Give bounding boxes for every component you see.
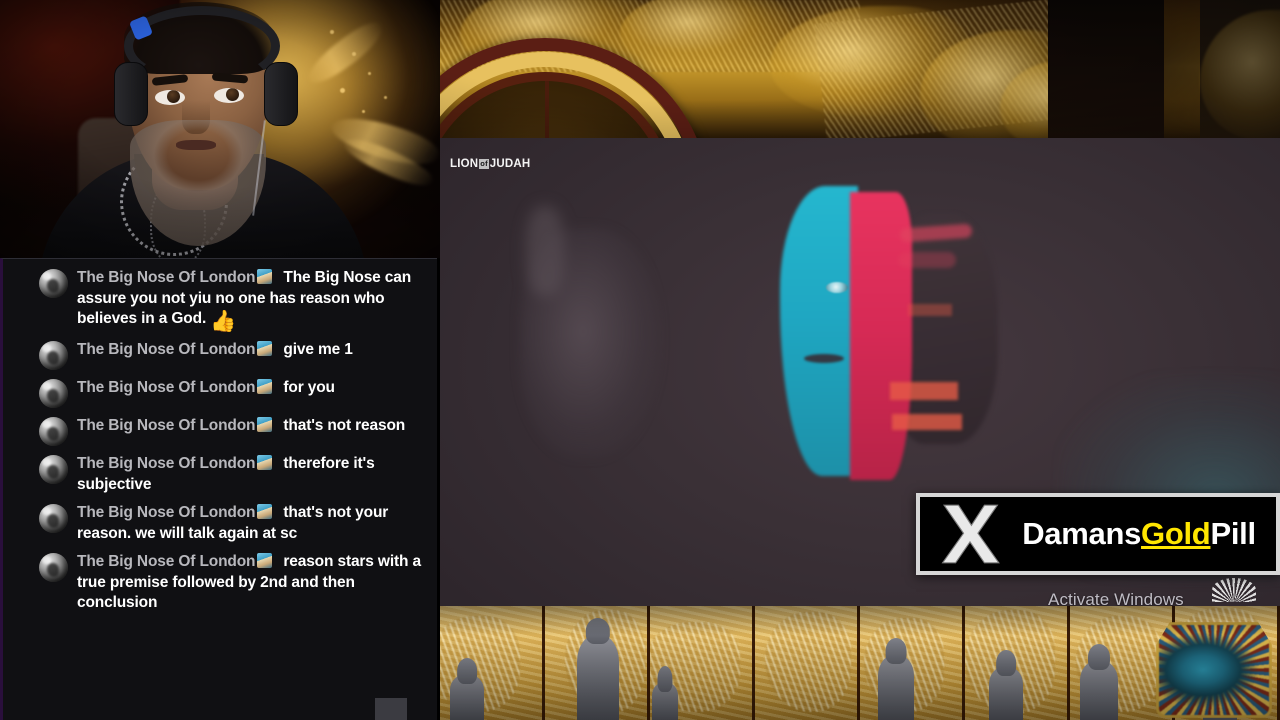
chat-message-body: The Big Nose Of London reason stars with … [77,552,426,614]
handle-prefix: Damans [1022,516,1142,551]
chat-username[interactable]: The Big Nose Of London [77,417,256,434]
lion-mane-icon [1212,578,1256,602]
city-emoji-icon [257,341,273,356]
avatar[interactable] [39,455,68,484]
screen-capture: The Big Nose Of London The Big Nose can a… [0,0,1280,720]
thumbs-up-icon: 👍 [210,310,237,333]
chat-username[interactable]: The Big Nose Of London [77,504,256,521]
chat-message[interactable]: The Big Nose Of London therefore it's sub… [7,451,432,498]
mouth [176,140,216,150]
chat-username[interactable]: The Big Nose Of London [77,269,256,286]
chat-message-body: The Big Nose Of London that's not reason [77,416,426,437]
split-lit-face [740,186,998,486]
gold-panel [860,606,965,720]
streamer-webcam[interactable] [0,0,440,258]
x-handle-overlay[interactable]: DamansGoldPill [916,493,1280,575]
chat-message-text: for you [283,379,335,396]
chat-message-body: The Big Nose Of London that's not your re… [77,503,426,544]
x-logo-icon [922,498,1018,570]
ghost-brow [898,252,956,268]
chat-message-body: The Big Nose Of London give me 1 [77,340,426,361]
x-handle-text: DamansGoldPill [1018,516,1276,552]
statue [652,666,678,720]
city-emoji-icon [257,504,273,519]
chat-message-list[interactable]: The Big Nose Of London The Big Nose can a… [3,259,437,720]
city-emoji-icon [257,417,273,432]
chat-message[interactable]: The Big Nose Of London reason stars with … [7,549,432,617]
chat-message-text: that's not reason [283,417,406,434]
chat-username[interactable]: The Big Nose Of London [77,455,256,472]
eye-right [214,88,244,103]
eye-left [155,90,185,105]
statue [989,650,1023,720]
gold-panel [650,606,755,720]
chat-username[interactable]: The Big Nose Of London [77,553,256,570]
gold-panel [965,606,1070,720]
spark [352,52,356,56]
chat-message[interactable]: The Big Nose Of London give me 1 [7,337,432,373]
spark [330,30,334,34]
chat-username[interactable]: The Big Nose Of London [77,379,256,396]
video-scene-bottom [440,606,1280,720]
shadow-hand [520,228,660,458]
avatar[interactable] [39,504,68,533]
gold-panel [545,606,650,720]
video-scene-main[interactable]: LIONofJUDAH Activate Windows LIONofJUDAH… [440,138,1280,606]
statue [878,638,914,720]
spark [384,96,387,99]
watermark-lead: LION [450,158,479,170]
avatar[interactable] [39,417,68,446]
face-eye [826,282,848,293]
left-column: The Big Nose Of London The Big Nose can a… [0,0,440,720]
chat-message-body: The Big Nose Of London therefore it's sub… [77,454,426,495]
chat-message[interactable]: The Big Nose Of London that's not your re… [7,500,432,547]
city-emoji-icon [257,379,273,394]
avatar[interactable] [39,269,68,298]
chat-message-text: give me 1 [283,341,353,358]
headphone-cup-right [264,62,298,126]
spark [340,88,345,93]
chat-message-body: The Big Nose Of London for you [77,378,426,399]
chat-message[interactable]: The Big Nose Of London that's not reason [7,413,432,449]
spark [368,72,371,75]
chat-scroll-thumb[interactable] [375,698,407,720]
statue [577,618,619,720]
spark [362,110,365,113]
video-player[interactable]: LIONofJUDAH Activate Windows LIONofJUDAH… [440,0,1280,720]
jeweled-ornament [1156,622,1272,718]
lion-of-judah-watermark: LION of JUDAH [450,158,530,170]
glitch-bar [892,414,962,430]
gold-panel [440,606,545,720]
headphone-cup-left [114,62,148,126]
avatar[interactable] [39,379,68,408]
handle-suffix: Pill [1210,516,1256,551]
city-emoji-icon [257,553,273,568]
glitch-bar [890,382,958,400]
chat-message[interactable]: The Big Nose Of London for you [7,375,432,411]
live-chat-panel[interactable]: The Big Nose Of London The Big Nose can a… [0,258,437,720]
face-lip [804,354,844,363]
watermark-trail: JUDAH [489,158,531,170]
gold-panel [755,606,860,720]
video-scene-top [440,0,1280,138]
activate-windows-notice: Activate Windows [1048,590,1184,606]
chat-username[interactable]: The Big Nose Of London [77,341,256,358]
lion-of-judah-corner-logo: LIONofJUDAH [1200,578,1272,606]
statue [1080,644,1118,720]
chat-message[interactable]: The Big Nose Of London The Big Nose can a… [7,265,432,335]
glitch-bar [908,304,952,316]
city-emoji-icon [257,269,273,284]
avatar[interactable] [39,341,68,370]
face-cyan-half [780,186,858,476]
watermark-of: of [479,159,489,169]
statue [450,658,484,720]
chat-message-body: The Big Nose Of London The Big Nose can a… [77,268,426,332]
handle-highlight: Gold [1141,516,1211,551]
avatar[interactable] [39,553,68,582]
city-emoji-icon [257,455,273,470]
